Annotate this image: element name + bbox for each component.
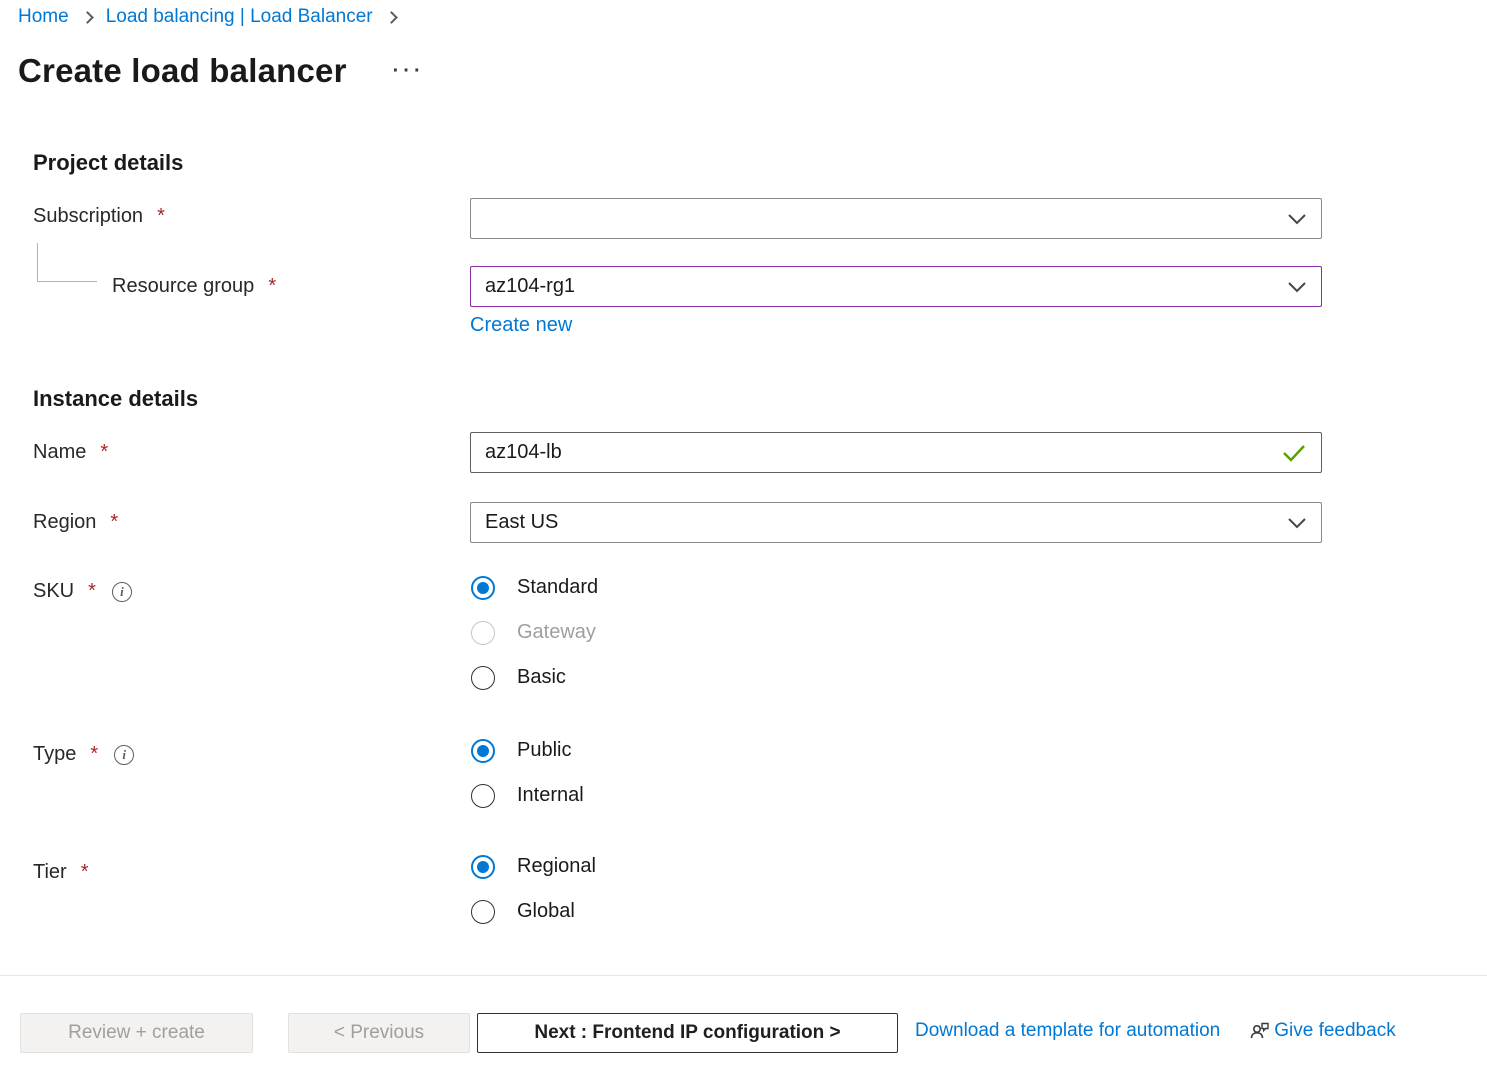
required-asterisk: * xyxy=(157,205,165,228)
name-label: Name* xyxy=(33,441,108,464)
radio-label: Global xyxy=(517,900,575,923)
give-feedback-icon xyxy=(1248,1019,1272,1043)
radio-button-icon xyxy=(471,900,495,924)
tier-radio-regional[interactable]: Regional xyxy=(471,844,596,889)
instance-details-heading: Instance details xyxy=(33,386,198,412)
required-asterisk: * xyxy=(81,861,89,884)
radio-label: Public xyxy=(517,739,571,762)
resource-group-label: Resource group* xyxy=(112,275,276,298)
required-asterisk: * xyxy=(110,511,118,534)
give-feedback-link[interactable]: Give feedback xyxy=(1274,1020,1395,1042)
breadcrumb-load-balancing[interactable]: Load balancing | Load Balancer xyxy=(106,6,373,28)
resource-group-select[interactable]: az104-rg1 xyxy=(470,266,1322,307)
subscription-label: Subscription* xyxy=(33,205,165,228)
sku-radio-basic[interactable]: Basic xyxy=(471,655,598,700)
next-frontend-ip-button[interactable]: Next : Frontend IP configuration > xyxy=(477,1013,898,1053)
sku-radio-standard[interactable]: Standard xyxy=(471,565,598,610)
sku-label: SKU* i xyxy=(33,580,132,603)
footer-divider xyxy=(0,975,1487,976)
subscription-select[interactable] xyxy=(470,198,1322,239)
region-value: East US xyxy=(485,511,1277,534)
radio-button-icon xyxy=(471,666,495,690)
subscription-resource-group-connector xyxy=(37,243,97,282)
type-radio-public[interactable]: Public xyxy=(471,728,584,773)
create-new-link[interactable]: Create new xyxy=(470,314,572,337)
previous-button[interactable]: < Previous xyxy=(288,1013,470,1053)
name-value: az104-lb xyxy=(485,441,1271,464)
radio-label: Gateway xyxy=(517,621,596,644)
create-load-balancer-page: Home Load balancing | Load Balancer Crea… xyxy=(0,0,1487,1074)
radio-button-icon xyxy=(471,739,495,763)
name-input[interactable]: az104-lb xyxy=(470,432,1322,473)
sku-radio-gateway: Gateway xyxy=(471,610,598,655)
required-asterisk: * xyxy=(90,743,98,766)
info-icon[interactable]: i xyxy=(112,582,132,602)
review-create-button[interactable]: Review + create xyxy=(20,1013,253,1053)
radio-button-icon xyxy=(471,784,495,808)
region-select[interactable]: East US xyxy=(470,502,1322,543)
type-label: Type* i xyxy=(33,743,134,766)
tier-radio-group: Regional Global xyxy=(471,844,596,934)
tier-label: Tier* xyxy=(33,861,89,884)
radio-button-icon xyxy=(471,576,495,600)
sku-radio-group: Standard Gateway Basic xyxy=(471,565,598,700)
chevron-down-icon xyxy=(1287,213,1307,225)
radio-label: Basic xyxy=(517,666,566,689)
download-template-link[interactable]: Download a template for automation xyxy=(915,1020,1220,1042)
chevron-down-icon xyxy=(1287,517,1307,529)
region-label: Region* xyxy=(33,511,118,534)
type-radio-group: Public Internal xyxy=(471,728,584,818)
type-radio-internal[interactable]: Internal xyxy=(471,773,584,818)
radio-label: Regional xyxy=(517,855,596,878)
radio-button-icon xyxy=(471,855,495,879)
required-asterisk: * xyxy=(88,580,96,603)
more-options-icon[interactable]: ··· xyxy=(391,56,427,87)
tier-radio-global[interactable]: Global xyxy=(471,889,596,934)
required-asterisk: * xyxy=(268,275,276,298)
radio-button-icon xyxy=(471,621,495,645)
radio-label: Internal xyxy=(517,784,584,807)
required-asterisk: * xyxy=(100,441,108,464)
breadcrumb-home[interactable]: Home xyxy=(18,6,69,28)
valid-check-icon xyxy=(1281,443,1307,463)
chevron-right-icon xyxy=(385,11,398,24)
breadcrumb: Home Load balancing | Load Balancer xyxy=(18,6,400,28)
chevron-down-icon xyxy=(1287,281,1307,293)
chevron-right-icon xyxy=(81,11,94,24)
resource-group-value: az104-rg1 xyxy=(485,275,1277,298)
project-details-heading: Project details xyxy=(33,150,183,176)
radio-label: Standard xyxy=(517,576,598,599)
page-title: Create load balancer xyxy=(18,52,347,90)
info-icon[interactable]: i xyxy=(114,745,134,765)
